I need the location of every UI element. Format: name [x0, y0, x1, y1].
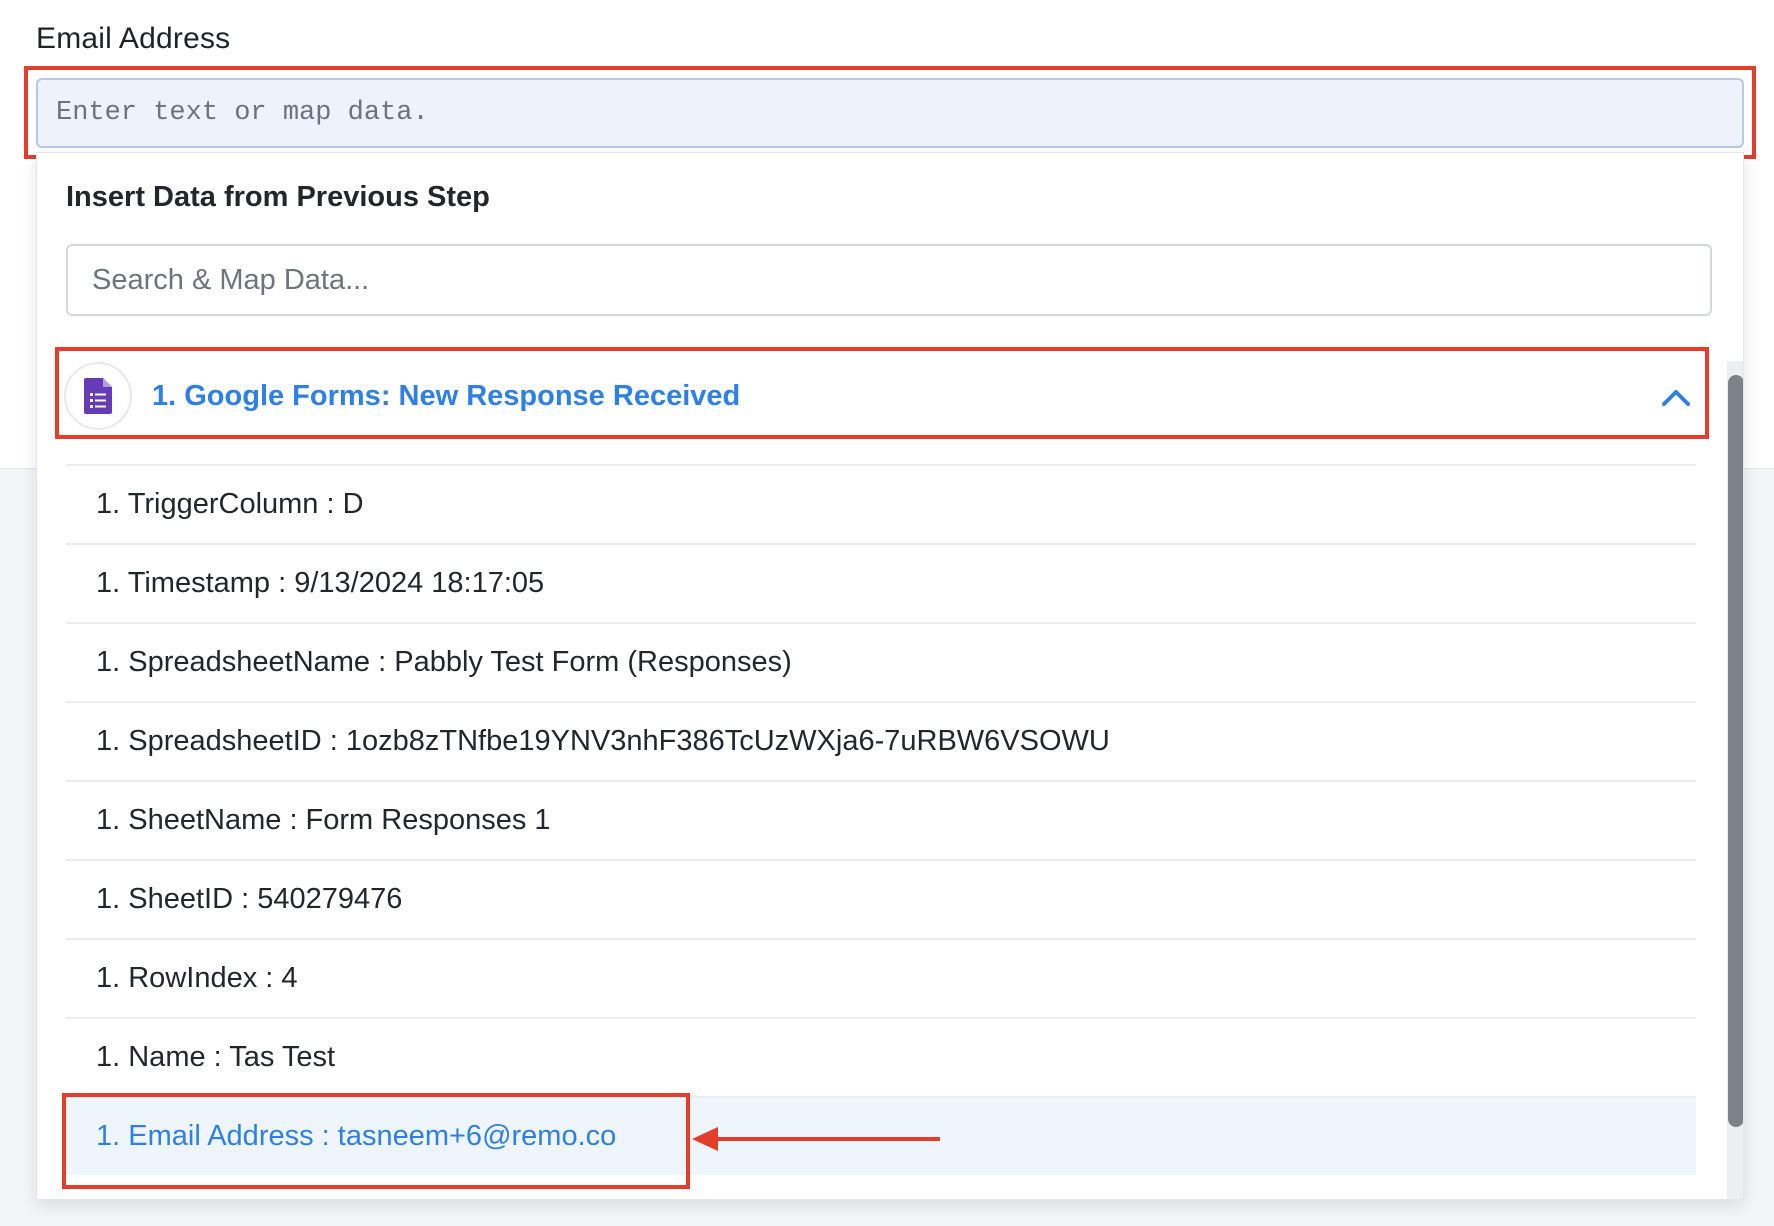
- list-item-sheet-id[interactable]: 1. SheetID : 540279476: [66, 859, 1696, 938]
- chevron-up-icon[interactable]: [1660, 381, 1692, 413]
- list-item-label: 1. SpreadsheetID : 1ozb8zTNfbe19YNV3nhF3…: [96, 725, 1110, 757]
- step-header-google-forms[interactable]: 1. Google Forms: New Response Received: [60, 351, 1710, 441]
- list-item-row-index[interactable]: 1. RowIndex : 4: [66, 938, 1696, 1017]
- list-item-spreadsheet-id[interactable]: 1. SpreadsheetID : 1ozb8zTNfbe19YNV3nhF3…: [66, 701, 1696, 780]
- list-item-name[interactable]: 1. Name : Tas Test: [66, 1017, 1696, 1096]
- list-item-label: 1. SpreadsheetName : Pabbly Test Form (R…: [96, 646, 792, 678]
- list-item-label: 1. Email Address : tasneem+6@remo.co: [96, 1120, 617, 1152]
- email-address-label: Email Address: [36, 22, 231, 55]
- scrollbar-thumb[interactable]: [1728, 375, 1743, 1127]
- list-item-spreadsheet-name[interactable]: 1. SpreadsheetName : Pabbly Test Form (R…: [66, 622, 1696, 701]
- list-item-label: 1. Timestamp : 9/13/2024 18:17:05: [96, 567, 545, 599]
- search-map-data-input[interactable]: [66, 244, 1712, 316]
- list-item-timestamp[interactable]: 1. Timestamp : 9/13/2024 18:17:05: [66, 543, 1696, 622]
- list-item-label: 1. RowIndex : 4: [96, 962, 298, 994]
- pointer-arrow-icon: [692, 1127, 940, 1151]
- list-item-label: 1. SheetID : 540279476: [96, 883, 403, 915]
- list-item-label: 1. Name : Tas Test: [96, 1041, 336, 1073]
- list-item-sheet-name[interactable]: 1. SheetName : Form Responses 1: [66, 780, 1696, 859]
- list-item-label: 1. TriggerColumn : D: [96, 488, 364, 520]
- list-item-trigger-column[interactable]: 1. TriggerColumn : D: [66, 464, 1696, 543]
- step-title: 1. Google Forms: New Response Received: [152, 379, 741, 412]
- map-data-dropdown: Insert Data from Previous Step 1. Google…: [36, 152, 1744, 1200]
- mapping-panel: Email Address Insert Data from Previous …: [0, 0, 1774, 1226]
- step-field-list: 1. TriggerColumn : D 1. Timestamp : 9/13…: [66, 464, 1696, 1175]
- email-address-input[interactable]: [36, 78, 1744, 148]
- insert-data-title: Insert Data from Previous Step: [66, 181, 490, 213]
- list-item-label: 1. SheetName : Form Responses 1: [96, 804, 551, 836]
- google-forms-icon: [64, 362, 132, 430]
